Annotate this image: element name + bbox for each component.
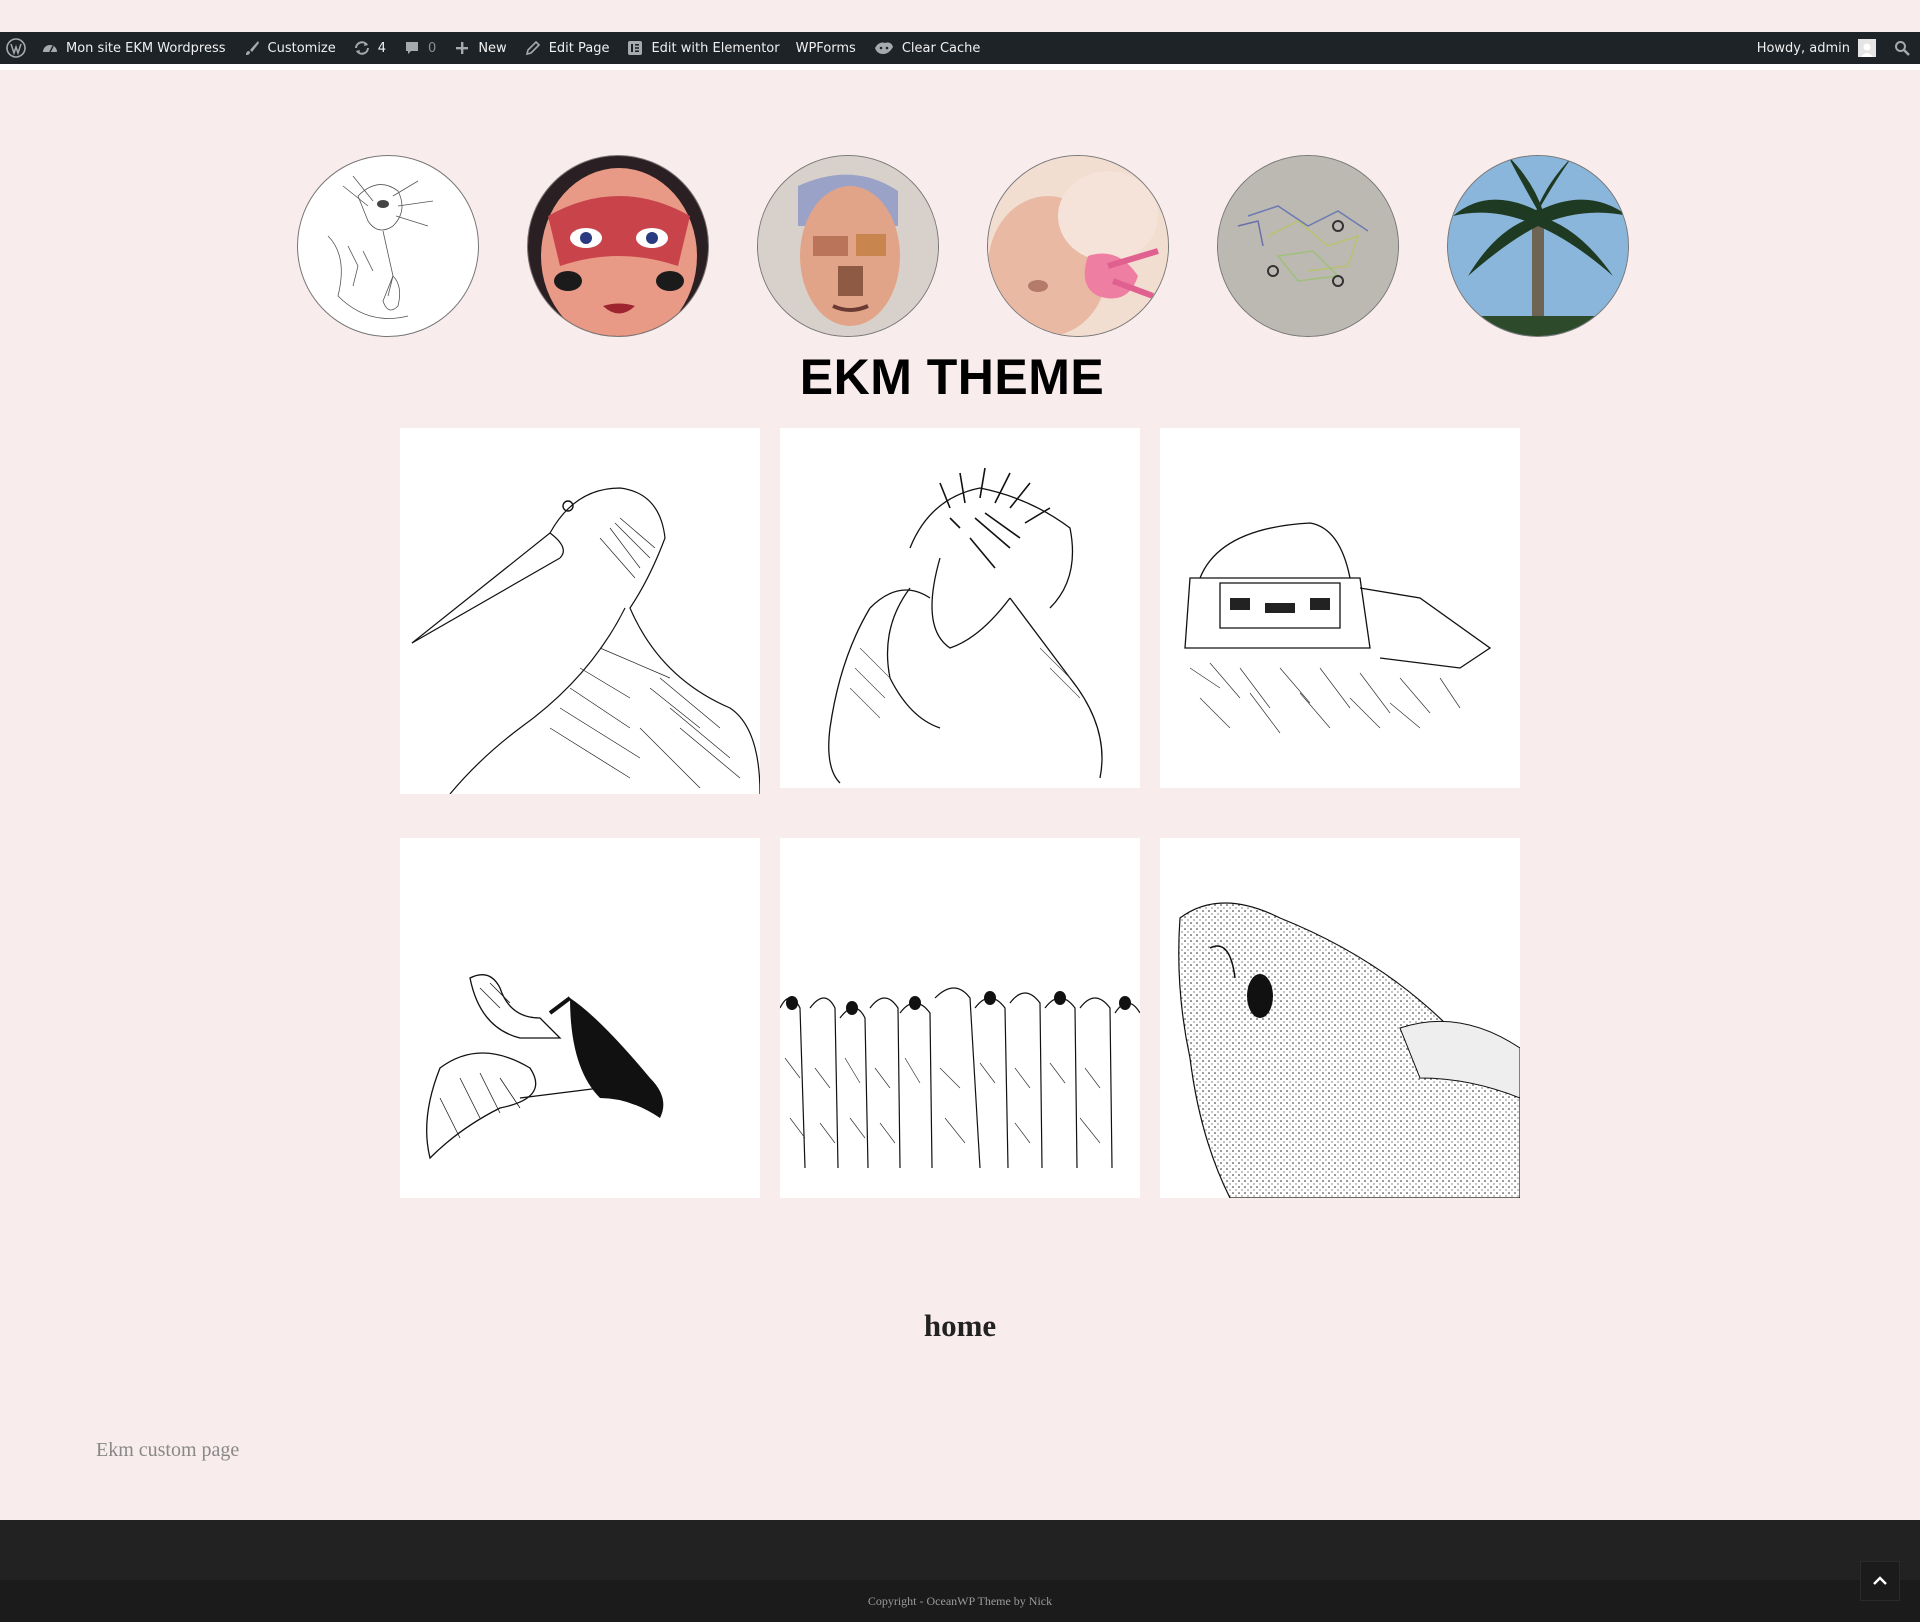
footer-bottom: Copyright - OceanWP Theme by Nick <box>0 1580 1920 1622</box>
plus-icon <box>452 38 472 58</box>
footer-widgets <box>0 1520 1920 1580</box>
edit-elementor-label: Edit with Elementor <box>651 40 780 56</box>
new-label: New <box>478 40 507 56</box>
howdy-label: Howdy, admin <box>1756 40 1850 56</box>
comment-icon <box>402 38 422 58</box>
clear-cache-link[interactable]: Clear Cache <box>864 32 989 64</box>
gallery-crowd[interactable] <box>780 838 1140 1198</box>
edit-elementor-link[interactable]: Edit with Elementor <box>617 32 787 64</box>
circle-palm-tree[interactable] <box>1447 155 1629 337</box>
site-title: EKM THEME <box>799 349 1105 405</box>
custom-page-text: Ekm custom page <box>96 1439 240 1461</box>
gallery-fish[interactable] <box>1160 838 1520 1198</box>
customize-label: Customize <box>267 40 336 56</box>
my-account-menu[interactable]: Howdy, admin <box>1749 32 1884 64</box>
pencil-icon <box>523 38 543 58</box>
site-name-label: Mon site EKM Wordpress <box>66 40 226 56</box>
comments-count: 0 <box>428 40 437 56</box>
circle-painted-face[interactable] <box>757 155 939 337</box>
elementor-icon <box>625 38 645 58</box>
gallery-car-wreck[interactable] <box>1160 428 1520 788</box>
wordpress-icon <box>6 38 26 58</box>
wpforms-menu[interactable]: WPForms <box>788 32 864 64</box>
gallery-birds[interactable] <box>400 838 760 1198</box>
wpforms-label: WPForms <box>795 40 856 56</box>
search-icon <box>1894 40 1910 56</box>
updates-icon <box>352 38 372 58</box>
customize-link[interactable]: Customize <box>234 32 344 64</box>
chevron-up-icon <box>1873 1576 1887 1586</box>
scroll-to-top-button[interactable] <box>1860 1561 1900 1601</box>
cheetah-icon <box>872 38 896 58</box>
new-content-menu[interactable]: New <box>444 32 514 64</box>
circle-thumbnails <box>297 155 1629 337</box>
site-name-menu[interactable]: Mon site EKM Wordpress <box>32 32 234 64</box>
circle-sketch-bird[interactable] <box>297 155 479 337</box>
brush-icon <box>242 38 262 58</box>
header-divider <box>0 64 1920 70</box>
gallery-heron[interactable] <box>400 428 760 794</box>
clear-cache-label: Clear Cache <box>901 40 981 56</box>
circle-embroidery[interactable] <box>1217 155 1399 337</box>
comments-link[interactable]: 0 <box>394 32 444 64</box>
circle-mask-face[interactable] <box>527 155 709 337</box>
dashboard-icon <box>40 38 60 58</box>
updates-count: 4 <box>377 40 387 56</box>
gallery-figure[interactable] <box>780 428 1140 788</box>
circle-pink-clay[interactable] <box>987 155 1169 337</box>
edit-page-label: Edit Page <box>548 40 610 56</box>
edit-page-link[interactable]: Edit Page <box>515 32 618 64</box>
updates-link[interactable]: 4 <box>344 32 394 64</box>
copyright-text: Copyright - OceanWP Theme by Nick <box>867 1593 1053 1608</box>
admin-bar: Mon site EKM Wordpress Customize 4 0 New… <box>0 32 1920 64</box>
admin-search-button[interactable] <box>1884 32 1920 64</box>
page-title: home <box>923 1308 997 1343</box>
avatar <box>1858 39 1876 57</box>
wp-logo-menu[interactable] <box>0 32 32 64</box>
